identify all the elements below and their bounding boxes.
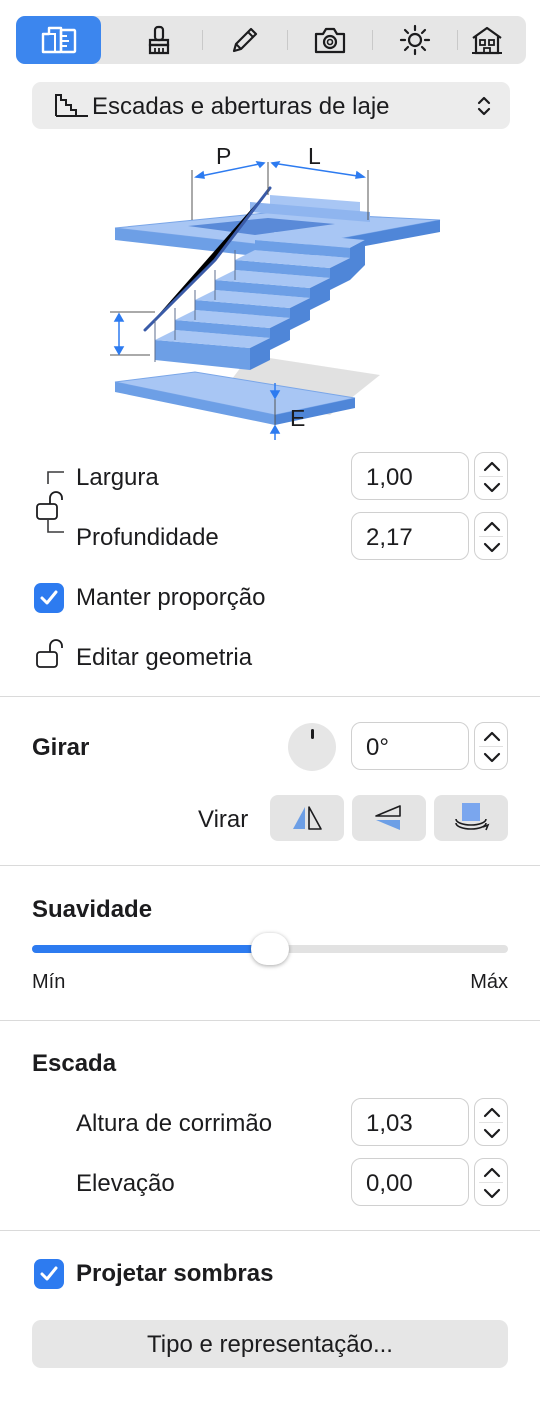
rotate-flip-button[interactable]	[434, 795, 508, 841]
width-value: 1,00	[366, 464, 413, 491]
width-stepper[interactable]	[474, 452, 508, 500]
railing-height-field[interactable]: 1,03	[351, 1098, 469, 1146]
stairs-measure-icon	[41, 26, 76, 54]
chevron-up-down-icon	[477, 96, 491, 116]
rotate-heading: Girar	[32, 734, 90, 761]
type-representation-label: Tipo e representação...	[147, 1331, 393, 1358]
railing-height-label: Altura de corrimão	[76, 1110, 273, 1137]
type-representation-button[interactable]: Tipo e representação...	[32, 1320, 508, 1368]
cast-shadows-checkbox[interactable]	[34, 1259, 64, 1289]
edit-geometry-label[interactable]: Editar geometria	[76, 644, 252, 672]
tab-material[interactable]	[116, 16, 201, 64]
keep-proportion-label[interactable]: Manter proporção	[76, 584, 265, 612]
unlock-icon[interactable]	[34, 488, 70, 524]
section-divider	[0, 696, 540, 697]
stepper-arrows-icon	[483, 731, 501, 763]
checkmark-icon	[40, 590, 58, 605]
stair-diagram: P L T E	[100, 143, 441, 440]
depth-stepper[interactable]	[474, 512, 508, 560]
keep-proportion-checkbox[interactable]	[34, 583, 64, 613]
width-label: Largura	[76, 464, 159, 491]
checkmark-icon	[40, 1266, 58, 1281]
rotation-dial[interactable]	[288, 723, 336, 771]
rotate-object-icon	[455, 803, 490, 831]
elevation-value: 0,00	[366, 1170, 413, 1197]
steps	[155, 232, 365, 370]
flip-vertical-button[interactable]	[352, 795, 426, 841]
object-type-select[interactable]: Escadas e aberturas de laje	[32, 82, 510, 129]
stepper-arrows-icon	[483, 1107, 501, 1139]
cast-shadows-label[interactable]: Projetar sombras	[76, 1260, 273, 1288]
flip-label: Virar	[198, 806, 249, 833]
smoothness-slider-thumb[interactable]	[251, 933, 289, 965]
tab-stairs-dimensions[interactable]	[16, 16, 101, 64]
brush-icon	[148, 25, 169, 55]
tab-edit[interactable]	[202, 16, 287, 64]
section-divider	[0, 1020, 540, 1021]
rotation-value: 0°	[366, 734, 389, 761]
stairs-icon	[55, 94, 88, 117]
flip-vertical-icon	[375, 805, 401, 830]
object-type-label: Escadas e aberturas de laje	[92, 93, 390, 120]
section-divider	[0, 1230, 540, 1231]
railing-height-stepper[interactable]	[474, 1098, 508, 1146]
width-field[interactable]: 1,00	[351, 452, 469, 500]
elevation-stepper[interactable]	[474, 1158, 508, 1206]
smoothness-heading: Suavidade	[32, 896, 153, 923]
depth-value: 2,17	[366, 524, 413, 551]
sun-icon	[399, 24, 430, 56]
unlock-icon[interactable]	[34, 638, 70, 674]
view-toolbar	[16, 16, 526, 64]
rotation-stepper[interactable]	[474, 722, 508, 770]
flip-horizontal-button[interactable]	[270, 795, 344, 841]
railing-height-value: 1,03	[366, 1110, 413, 1137]
section-divider	[0, 865, 540, 866]
diagram-label-e: E	[290, 405, 305, 431]
flip-horizontal-icon	[293, 806, 322, 830]
stair-heading: Escada	[32, 1050, 117, 1077]
elevation-field[interactable]: 0,00	[351, 1158, 469, 1206]
depth-label: Profundidade	[76, 524, 219, 551]
camera-icon	[314, 27, 345, 54]
depth-field[interactable]: 2,17	[351, 512, 469, 560]
smoothness-min-label: Mín	[32, 971, 66, 993]
smoothness-slider-fill	[32, 945, 272, 953]
rotation-field[interactable]: 0°	[351, 722, 469, 770]
smoothness-max-label: Máx	[470, 971, 508, 993]
house-icon	[471, 26, 502, 55]
tab-camera[interactable]	[287, 16, 372, 64]
tab-building[interactable]	[444, 16, 529, 64]
stepper-arrows-icon	[483, 1167, 501, 1199]
stepper-arrows-icon	[483, 461, 501, 493]
elevation-label: Elevação	[76, 1170, 175, 1197]
stepper-arrows-icon	[483, 521, 501, 553]
diagram-label-p: P	[216, 143, 231, 169]
diagram-label-l: L	[308, 143, 321, 169]
pencil-icon	[232, 27, 257, 53]
